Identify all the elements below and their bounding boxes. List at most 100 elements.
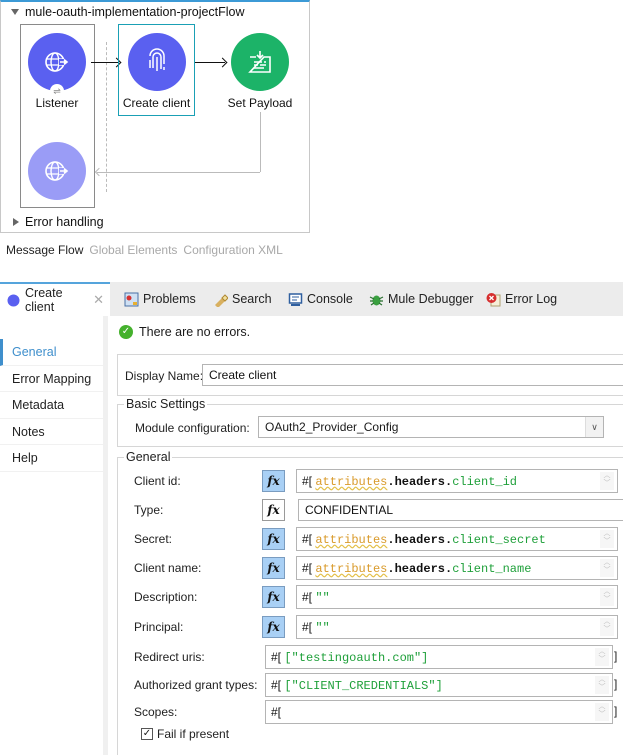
field-label: Redirect uris: [134,650,205,664]
view-tab-search[interactable]: Search [207,282,278,316]
general-title: General [124,450,173,464]
expression-prefix: #[ [302,532,316,546]
fingerprint-icon [148,48,165,71]
check-success-icon: ✓ [119,325,133,339]
view-tab-create-client[interactable]: Create client ✕ [0,282,110,316]
basic-settings-group: Basic Settings Module configuration: OAu… [117,397,623,447]
flow-node-response[interactable] [27,142,87,200]
fx-toggle-button[interactable]: fx [262,616,285,638]
expand-spinner-icon[interactable]: ︿ ﹀ [600,530,614,548]
expression-suffix: ] [614,649,618,663]
close-icon[interactable]: ✕ [93,292,104,308]
expression-input[interactable]: #[ "" ︿ ﹀ [296,585,618,609]
return-line [260,112,261,172]
expression-prefix: #[ [302,620,316,634]
type-input[interactable]: CONFIDENTIAL [298,499,623,521]
view-tab-label: Search [232,292,272,306]
view-tab-label: Console [307,292,353,306]
field-label: Principal: [134,620,184,634]
module-config-select[interactable]: OAuth2_Provider_Config ∨ [258,416,604,438]
field-label: Secret: [134,532,173,546]
field-label: Client id: [134,474,181,488]
flow-title: mule-oauth-implementation-projectFlow [25,5,245,19]
expression-code: "" [315,591,330,605]
expand-spinner-icon[interactable]: ︿ ﹀ [595,676,609,694]
expression-input[interactable]: #[ ["CLIENT_CREDENTIALS"] ︿ ﹀ [265,673,613,697]
collapse-triangle-icon[interactable] [11,9,19,15]
flow-node-set-payload[interactable]: Set Payload [224,33,296,110]
flow-node-listener[interactable]: ⇌ Listener [27,33,87,110]
validation-status: ✓ There are no errors. [113,318,623,346]
nav-item-error-mapping[interactable]: Error Mapping [0,366,103,392]
expression-code: attributes.headers.client_id [315,475,517,489]
expand-spinner-icon[interactable]: ︿ ﹀ [600,559,614,577]
expand-spinner-icon[interactable]: ︿ ﹀ [600,472,614,490]
display-name-label: Display Name: [125,369,204,383]
expand-triangle-icon[interactable] [13,218,19,226]
expand-spinner-icon[interactable]: ︿ ﹀ [595,703,609,721]
flow-node-create-client[interactable]: Create client [118,24,195,116]
expression-input[interactable]: #[ "" ︿ ﹀ [296,615,618,639]
expand-spinner-icon[interactable]: ︿ ﹀ [600,618,614,636]
module-config-label: Module configuration: [135,421,250,435]
expression-suffix: ] [614,677,618,691]
expand-spinner-icon[interactable]: ︿ ﹀ [595,648,609,666]
view-tab-label: Create client [25,286,63,314]
connector-arrow [91,62,119,63]
view-tab-console[interactable]: Console [282,282,359,316]
fx-toggle-button[interactable]: fx [262,557,285,579]
expression-prefix: #[ [302,561,316,575]
editor-tabs: Message Flow Global Elements Configurati… [6,243,283,257]
nav-item-notes[interactable]: Notes [0,419,103,445]
expression-prefix: #[ [302,474,316,488]
expression-suffix: ] [614,704,618,718]
chevron-down-icon[interactable]: ∨ [585,417,603,437]
nav-item-general[interactable]: General [0,339,103,366]
error-handling-toggle[interactable]: Error handling [13,215,104,229]
view-tab-mule-debugger[interactable]: Mule Debugger [363,282,479,316]
nav-item-help[interactable]: Help [0,445,103,472]
bug-icon [369,292,384,307]
expression-input[interactable]: #[ attributes.headers.client_id ︿ ﹀ [296,469,618,493]
view-tab-problems[interactable]: Problems [118,282,202,316]
display-name-input[interactable]: Create client [202,364,623,386]
node-label: Listener [35,96,79,110]
return-arrow-icon [94,167,104,177]
flow-canvas: mule-oauth-implementation-projectFlow ⇌ … [0,0,310,233]
connector-arrow [195,62,225,63]
flow-divider [106,42,107,192]
response-circle [28,142,86,200]
tab-message-flow[interactable]: Message Flow [6,243,83,257]
expand-spinner-icon[interactable]: ︿ ﹀ [600,588,614,606]
fx-toggle-button[interactable]: fx [262,470,285,492]
properties-nav: General Error Mapping Metadata Notes Hel… [0,316,108,755]
fx-toggle-button[interactable]: fx [262,528,285,550]
fail-if-present-checkbox[interactable]: ✓ [141,728,153,740]
expression-input[interactable]: #[ ["testingoauth.com"] ︿ ﹀ [265,645,613,669]
console-icon [288,292,303,307]
expression-code: ["testingoauth.com"] [284,651,429,665]
nav-item-metadata[interactable]: Metadata [0,392,103,419]
fx-toggle-button[interactable]: fx [262,586,285,608]
listener-circle: ⇌ [28,33,86,98]
flow-header[interactable]: mule-oauth-implementation-projectFlow [11,5,245,19]
expression-input[interactable]: #[ ︿ ﹀ [265,700,613,724]
fx-toggle-button[interactable]: fx [262,499,285,521]
expression-input[interactable]: #[ attributes.headers.client_secret ︿ ﹀ [296,527,618,551]
status-text: There are no errors. [139,325,251,339]
return-line [97,172,260,173]
expression-prefix: #[ [271,650,285,664]
expression-code: "" [315,621,330,635]
tab-configuration-xml[interactable]: Configuration XML [183,243,282,257]
tab-global-elements[interactable]: Global Elements [89,243,177,257]
fail-if-present-label: Fail if present [157,727,230,741]
problems-icon [124,292,139,307]
expression-input[interactable]: #[ attributes.headers.client_name ︿ ﹀ [296,556,618,580]
expression-prefix: #[ [302,590,316,604]
node-label: Set Payload [227,96,293,110]
expression-code: ["CLIENT_CREDENTIALS"] [284,679,443,693]
error-log-icon [486,292,501,307]
view-tab-label: Error Log [505,292,558,306]
display-name-group: Display Name: Create client [117,354,623,396]
view-tab-error-log[interactable]: Error Log [480,282,563,316]
